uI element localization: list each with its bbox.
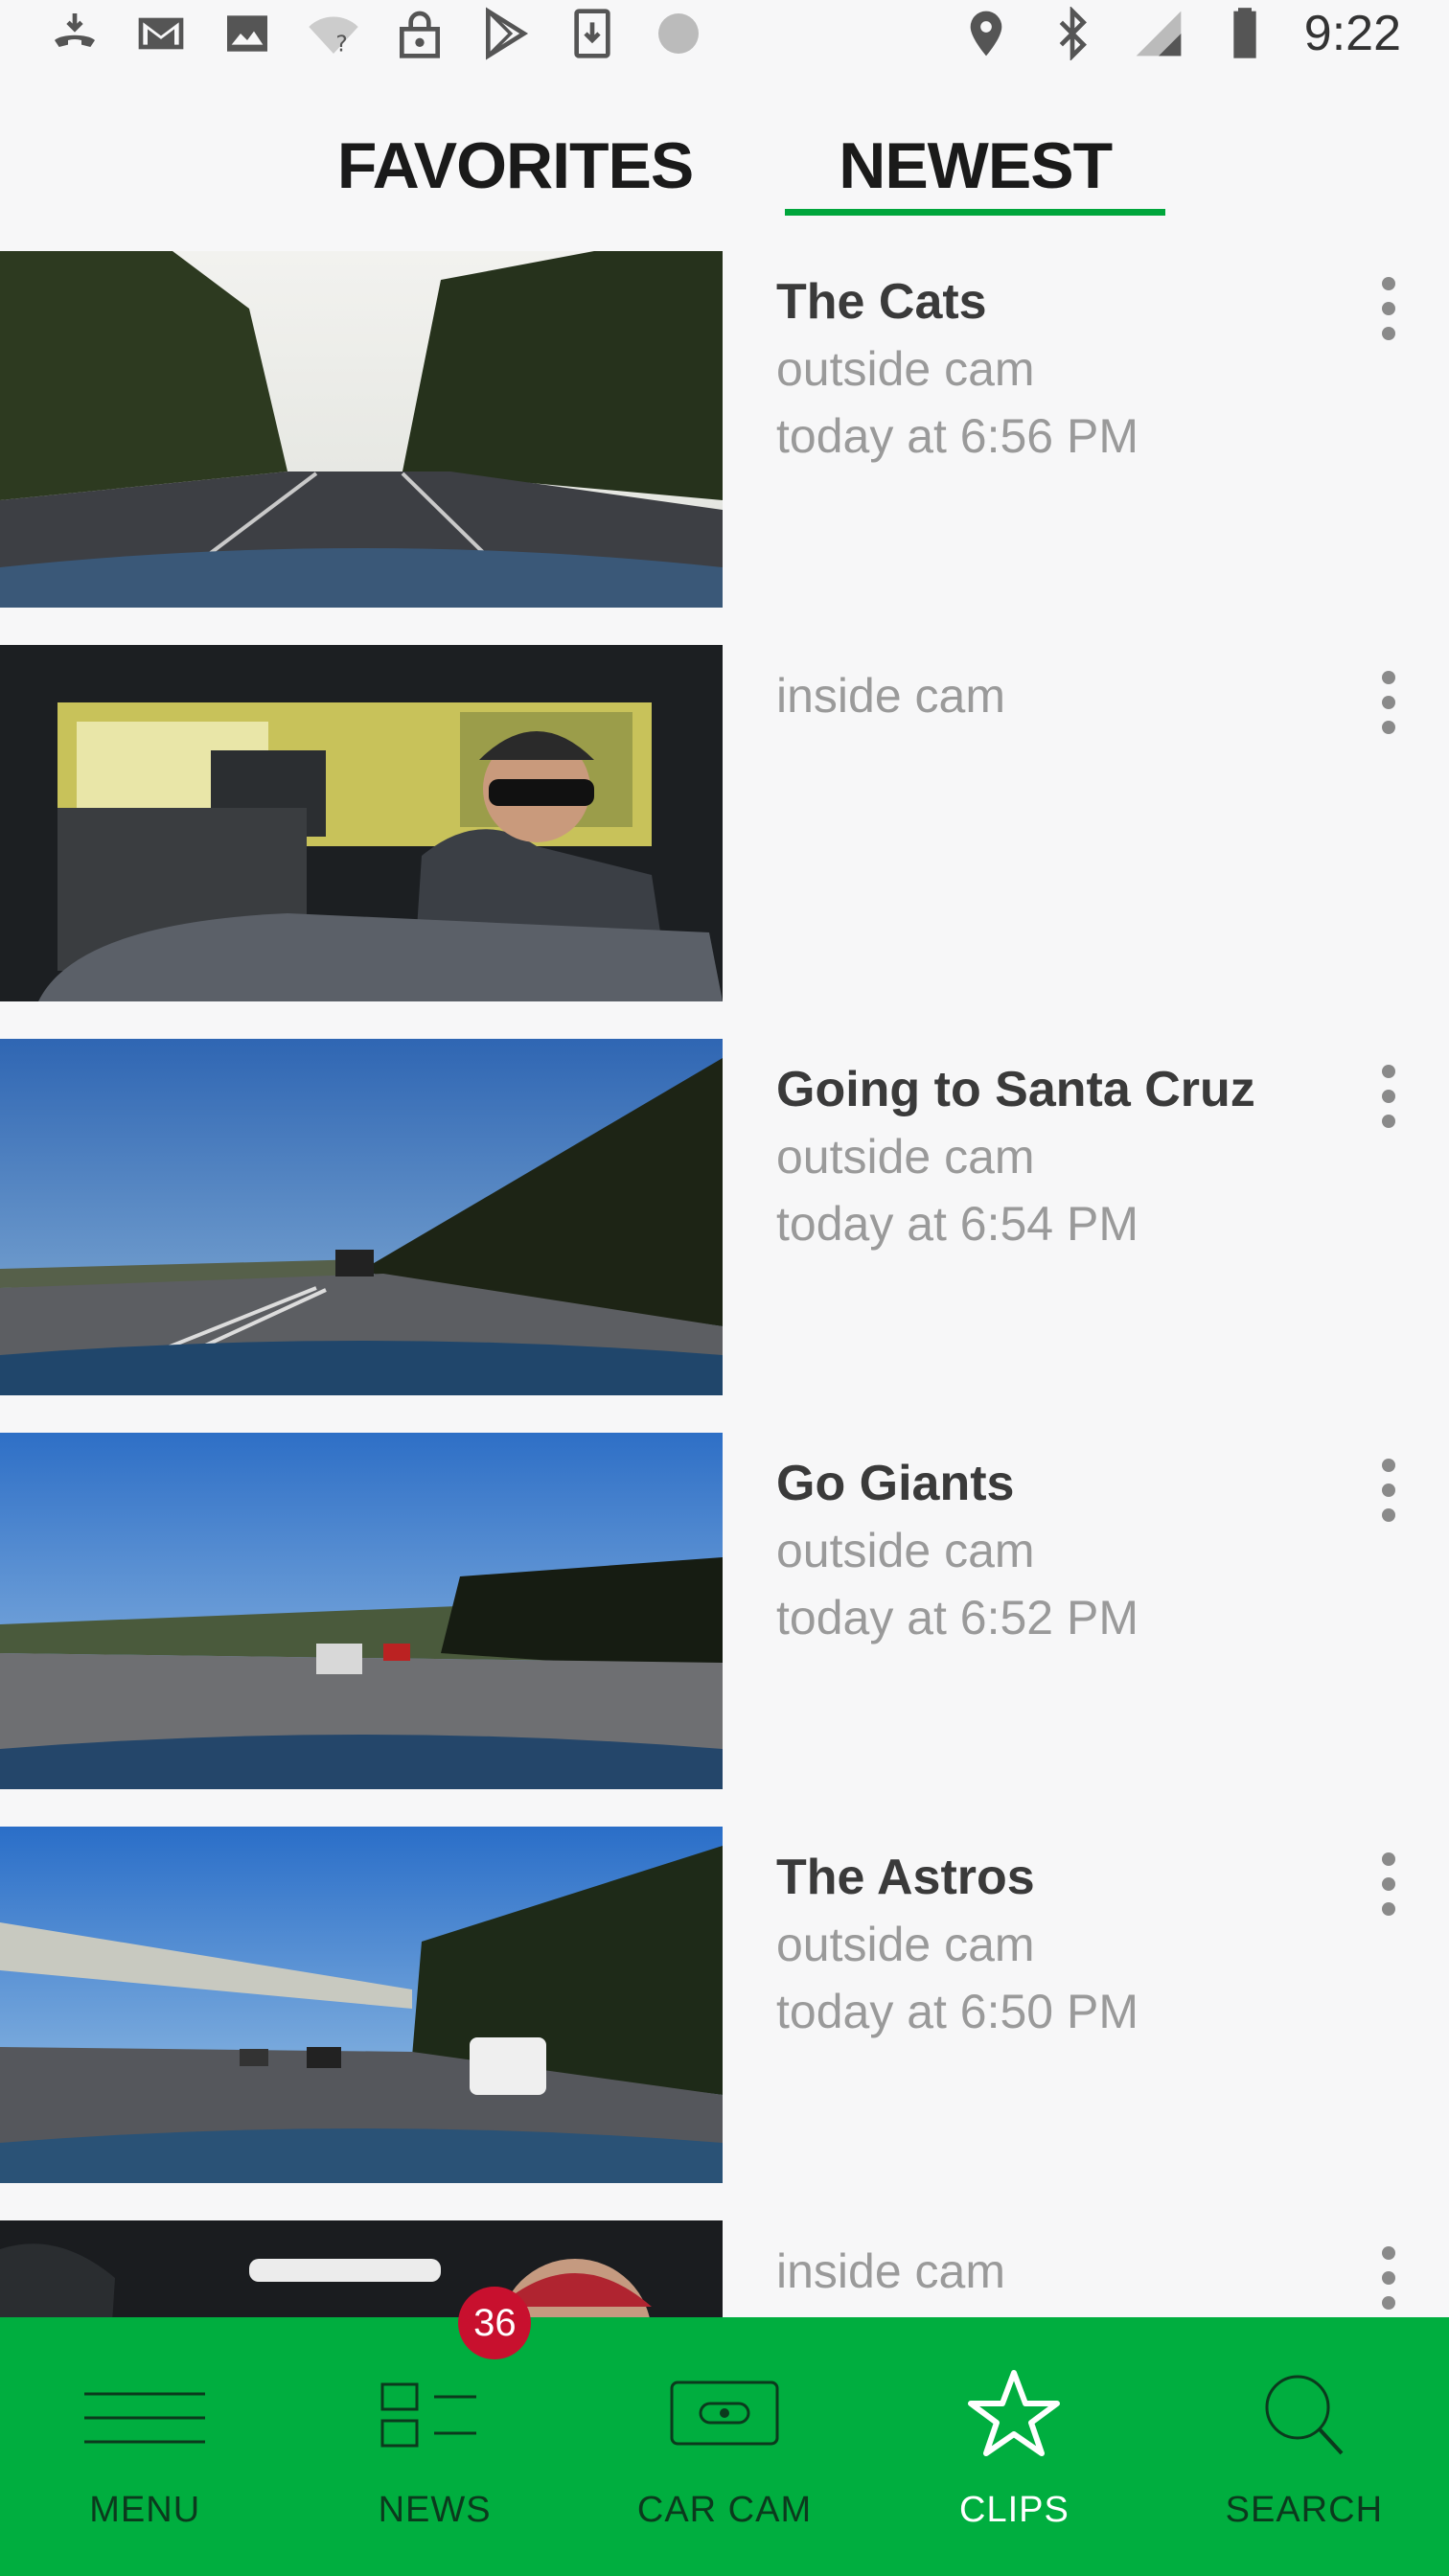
battery-icon [1218,7,1272,60]
nav-news[interactable]: 36 NEWS [289,2287,579,2576]
clip-thumbnail[interactable] [0,1039,723,1395]
clip-timestamp: today at 6:56 PM [776,409,1139,463]
clip-title: Going to Santa Cruz [776,1062,1255,1117]
clip-info: Going to Santa Cruz outside cam today at… [776,1056,1351,1257]
tab-bar: FAVORITES NEWEST [0,115,1449,216]
nav-label: NEWS [378,2490,492,2530]
more-options-icon[interactable] [1355,1058,1422,1135]
search-icon [1242,2365,1367,2461]
more-options-icon[interactable] [1355,270,1422,347]
sync-icon [652,7,705,60]
clip-item[interactable]: The Astros outside cam today at 6:50 PM [0,1827,1449,2220]
clip-camera: outside cam [776,1524,1035,1577]
status-time: 9:22 [1303,6,1401,61]
gmail-icon [134,7,188,60]
call-forward-icon [48,7,102,60]
clip-info: Go Giants outside cam today at 6:52 PM [776,1450,1351,1651]
clip-item[interactable]: Go Giants outside cam today at 6:52 PM [0,1433,1449,1827]
tab-favorites[interactable]: FAVORITES [284,115,747,216]
clip-camera: inside cam [776,669,1005,723]
bottom-navigation: MENU 36 NEWS CAR CAM CLIPS SEARCH [0,2287,1449,2576]
news-list-icon [373,2365,497,2461]
star-icon [952,2365,1076,2461]
nav-clips[interactable]: CLIPS [869,2317,1159,2576]
clip-camera: outside cam [776,342,1035,396]
play-store-icon [479,7,533,60]
car-cam-icon [662,2365,787,2461]
wifi-question-icon: ? [307,7,360,60]
nav-car-cam[interactable]: CAR CAM [580,2317,869,2576]
status-bar-right: 9:22 [959,5,1401,62]
more-options-icon[interactable] [1355,2240,1422,2316]
clip-thumbnail[interactable] [0,251,723,608]
signal-lte-icon [1132,7,1185,60]
clip-camera: outside cam [776,1918,1035,1971]
clip-timestamp: today at 6:52 PM [776,1591,1139,1644]
clip-timestamp: today at 6:54 PM [776,1197,1139,1251]
clip-camera: inside cam [776,2244,1005,2298]
clip-item[interactable]: Going to Santa Cruz outside cam today at… [0,1039,1449,1433]
bluetooth-icon [1046,7,1099,60]
clip-item[interactable]: inside cam [0,645,1449,1039]
clip-info: inside cam [776,2238,1351,2305]
clip-thumbnail[interactable] [0,645,723,1001]
clip-thumbnail[interactable] [0,1433,723,1789]
download-icon [565,7,619,60]
nav-search[interactable]: SEARCH [1160,2317,1449,2576]
status-bar: ? 9:22 [0,0,1449,67]
lock-icon [393,7,447,60]
clip-thumbnail[interactable] [0,1827,723,2183]
clip-title: The Astros [776,1850,1035,1905]
more-options-icon[interactable] [1355,1452,1422,1529]
clip-title: The Cats [776,274,987,330]
svg-text:?: ? [335,31,347,58]
more-options-icon[interactable] [1355,1846,1422,1922]
clip-item[interactable]: The Cats outside cam today at 6:56 PM [0,251,1449,645]
clip-info: The Astros outside cam today at 6:50 PM [776,1844,1351,2045]
more-options-icon[interactable] [1355,664,1422,741]
nav-label: SEARCH [1225,2490,1384,2530]
nav-label: CAR CAM [636,2490,813,2530]
clip-timestamp: today at 6:50 PM [776,1985,1139,2038]
clip-info: inside cam [776,662,1351,729]
hamburger-menu-icon [82,2365,207,2461]
notification-badge: 36 [458,2287,532,2359]
location-icon [959,7,1013,60]
image-icon [220,7,274,60]
tab-newest[interactable]: NEWEST [785,115,1166,216]
clip-camera: outside cam [776,1130,1035,1184]
clip-list: The Cats outside cam today at 6:56 PM in… [0,251,1449,2576]
nav-label: MENU [89,2490,201,2530]
clip-info: The Cats outside cam today at 6:56 PM [776,268,1351,470]
clip-title: Go Giants [776,1456,1015,1511]
nav-label: CLIPS [959,2490,1070,2530]
status-bar-left: ? [48,7,705,60]
nav-menu[interactable]: MENU [0,2317,289,2576]
